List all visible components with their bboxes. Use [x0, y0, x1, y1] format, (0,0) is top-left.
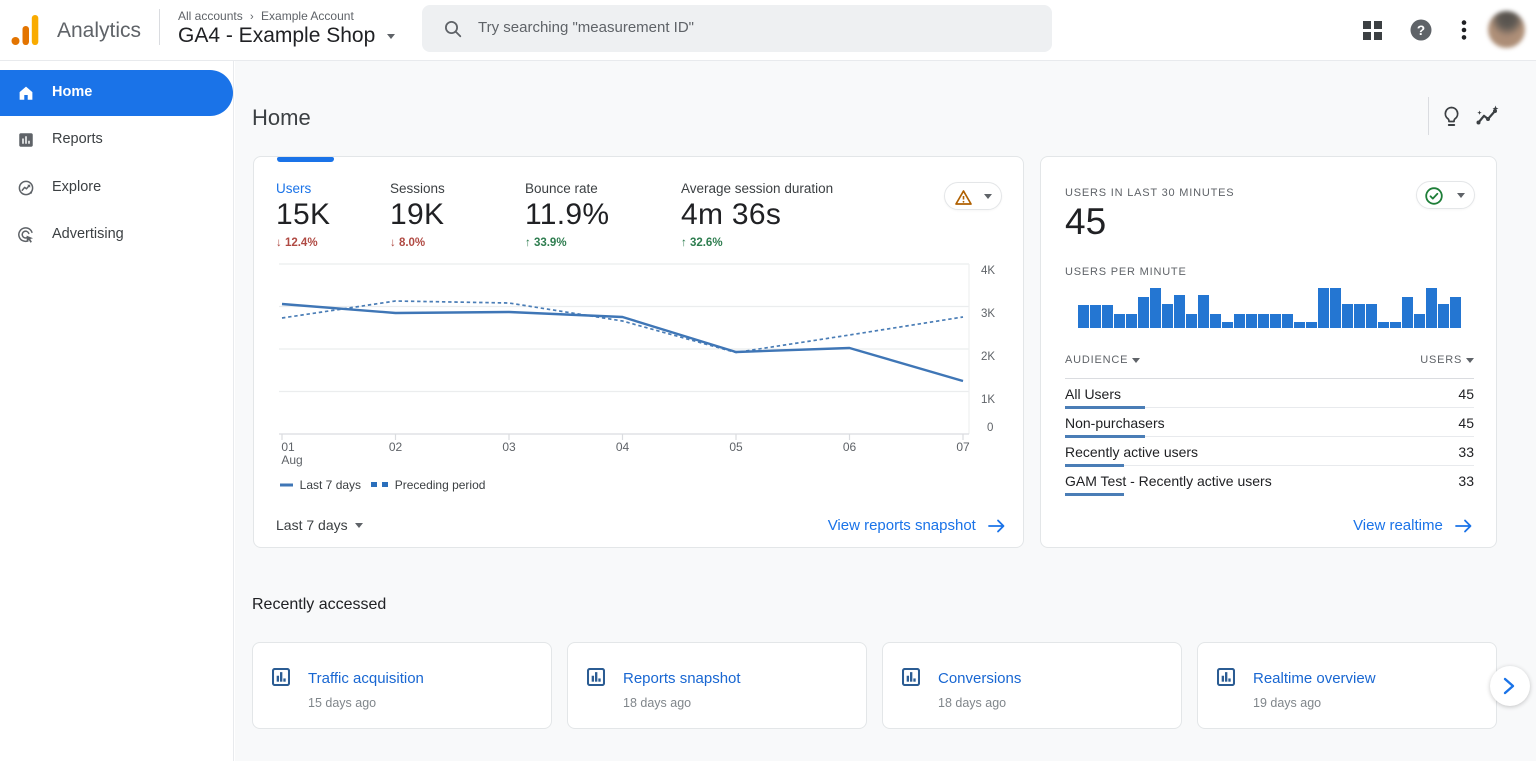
- svg-text:3K: 3K: [981, 308, 995, 320]
- svg-text:Aug: Aug: [281, 453, 302, 467]
- svg-text:0: 0: [987, 422, 993, 434]
- svg-text:1K: 1K: [981, 394, 995, 406]
- svg-text:06: 06: [843, 440, 857, 454]
- svg-text:?: ?: [1417, 23, 1425, 38]
- svg-text:03: 03: [502, 440, 516, 454]
- svg-text:05: 05: [729, 440, 743, 454]
- svg-text:01: 01: [281, 440, 295, 454]
- svg-text:4K: 4K: [981, 265, 995, 277]
- svg-text:04: 04: [616, 440, 630, 454]
- svg-text:07: 07: [956, 440, 970, 454]
- svg-text:02: 02: [389, 440, 403, 454]
- svg-text:2K: 2K: [981, 351, 995, 363]
